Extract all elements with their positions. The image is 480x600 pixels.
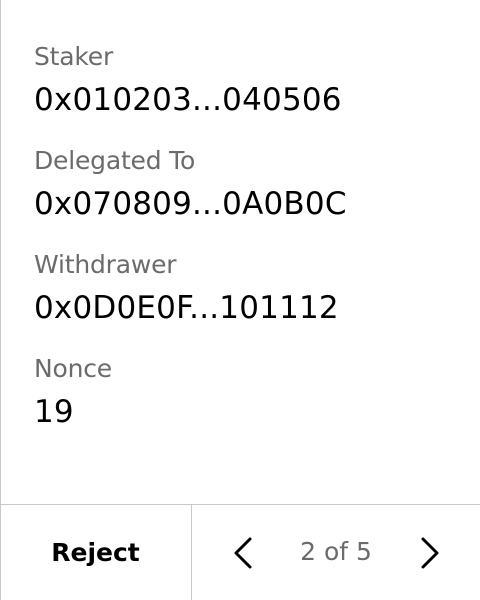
pager: 2 of 5 (192, 505, 480, 600)
field-value: 0x010203...040506 (34, 82, 342, 118)
field-label: Delegated To (34, 146, 196, 175)
field-staker: Staker 0x010203...040506 (34, 42, 479, 146)
field-value: 19 (34, 394, 74, 430)
field-value: 0x070809...0A0B0C (34, 186, 347, 222)
field-label: Staker (34, 42, 114, 71)
reject-button[interactable]: Reject (0, 505, 192, 600)
field-delegated-to: Delegated To 0x070809...0A0B0C (34, 146, 479, 250)
field-nonce: Nonce 19 (34, 354, 479, 458)
field-label: Nonce (34, 354, 112, 383)
footer-bar: Reject 2 of 5 (0, 504, 480, 600)
field-list: Staker 0x010203...040506 Delegated To 0x… (34, 42, 479, 458)
field-withdrawer: Withdrawer 0x0D0E0F...101112 (34, 250, 479, 354)
chevron-right-icon[interactable] (417, 535, 441, 571)
field-value: 0x0D0E0F...101112 (34, 290, 339, 326)
field-label: Withdrawer (34, 250, 177, 279)
